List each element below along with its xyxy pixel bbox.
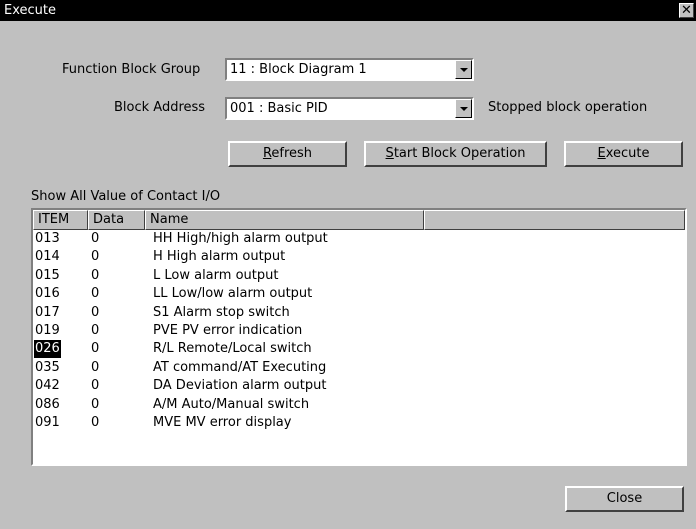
row-data: 0 xyxy=(91,359,100,375)
block-address-value: 001 : Basic PID xyxy=(230,101,328,116)
row-item: 035 xyxy=(35,359,60,375)
block-address-select[interactable]: 001 : Basic PID xyxy=(225,97,474,120)
contact-io-list[interactable]: ITEM Data Name 013 0 HH High/high alarm ou… xyxy=(31,208,687,466)
refresh-button[interactable]: Refresh xyxy=(228,141,347,167)
row-item: 086 xyxy=(35,396,60,412)
table-row[interactable]: 016 0 LL Low/low alarm output xyxy=(33,285,685,303)
row-name: R/L Remote/Local switch xyxy=(153,341,312,357)
row-data: 0 xyxy=(91,304,100,320)
row-data: 0 xyxy=(91,322,100,338)
row-name: LL Low/low alarm output xyxy=(153,286,313,302)
row-name: DA Deviation alarm output xyxy=(153,378,327,394)
start-block-operation-button[interactable]: Start Block Operation xyxy=(364,141,547,167)
row-name: HH High/high alarm output xyxy=(153,231,328,246)
row-item: 015 xyxy=(35,267,60,283)
table-row[interactable]: 086 0 A/M Auto/Manual switch xyxy=(33,396,685,414)
row-data: 0 xyxy=(91,378,100,394)
close-icon[interactable]: ✕ xyxy=(679,3,694,18)
refresh-label: efresh xyxy=(271,146,313,161)
row-name: H High alarm output xyxy=(153,249,286,265)
close-button[interactable]: Close xyxy=(565,486,684,512)
row-item: 091 xyxy=(35,414,60,430)
start-accel: S xyxy=(385,146,394,161)
row-name: PVE PV error indication xyxy=(153,322,303,338)
list-header: ITEM Data Name xyxy=(33,210,685,230)
row-item: 016 xyxy=(35,286,60,302)
function-block-group-value: 11 : Block Diagram 1 xyxy=(230,62,367,77)
row-name: AT command/AT Executing xyxy=(153,359,327,375)
table-row[interactable]: 091 0 MVE MV error display xyxy=(33,414,685,432)
row-data: 0 xyxy=(91,249,100,265)
row-name: L Low alarm output xyxy=(153,267,279,283)
row-item: 019 xyxy=(35,322,60,338)
section-label: Show All Value of Contact I/O xyxy=(31,189,221,204)
execute-accel: E xyxy=(597,146,606,161)
list-rows: 013 0 HH High/high alarm output 014 0 H High … xyxy=(33,230,685,432)
row-data: 0 xyxy=(91,286,100,302)
row-item: 014 xyxy=(35,249,60,265)
table-row[interactable]: 042 0 DA Deviation alarm output xyxy=(33,377,685,395)
row-item: 042 xyxy=(35,378,60,394)
window-title: Execute xyxy=(4,3,56,18)
table-row[interactable]: 015 0 L Low alarm output xyxy=(33,267,685,285)
table-row[interactable]: 035 0 AT command/AT Executing xyxy=(33,359,685,377)
row-name: S1 Alarm stop switch xyxy=(153,304,290,320)
table-row[interactable]: 014 0 H High alarm output xyxy=(33,248,685,266)
block-address-label: Block Address xyxy=(114,100,206,115)
row-data: 0 xyxy=(91,396,100,412)
row-name: A/M Auto/Manual switch xyxy=(153,396,310,412)
row-data: 0 xyxy=(91,267,100,283)
table-row[interactable]: 013 0 HH High/high alarm output xyxy=(33,230,685,248)
column-header-item[interactable]: ITEM xyxy=(33,210,88,230)
table-row[interactable]: 019 0 PVE PV error indication xyxy=(33,322,685,340)
row-item: 017 xyxy=(35,304,60,320)
table-row[interactable]: 026 0 R/L Remote/Local switch xyxy=(33,340,685,359)
execute-button[interactable]: Execute xyxy=(564,141,683,167)
function-block-group-select[interactable]: 11 : Block Diagram 1 xyxy=(225,58,474,81)
row-data: 0 xyxy=(91,231,100,246)
row-item: 013 xyxy=(35,231,60,246)
table-row[interactable]: 017 0 S1 Alarm stop switch xyxy=(33,304,685,322)
start-label: tart Block Operation xyxy=(393,146,526,161)
execute-label: xecute xyxy=(605,146,650,161)
title-bar: Execute ✕ xyxy=(0,0,696,21)
column-header-name[interactable]: Name xyxy=(145,210,424,230)
column-header-extra[interactable] xyxy=(424,210,685,230)
column-header-data[interactable]: Data xyxy=(88,210,145,230)
row-item: 026 xyxy=(34,340,61,359)
row-data: 0 xyxy=(91,341,100,357)
chevron-down-icon[interactable] xyxy=(455,99,472,118)
block-status-text: Stopped block operation xyxy=(488,100,648,115)
function-block-group-label: Function Block Group xyxy=(62,62,201,77)
chevron-down-icon[interactable] xyxy=(455,60,472,79)
row-data: 0 xyxy=(91,414,100,430)
row-name: MVE MV error display xyxy=(153,414,292,430)
